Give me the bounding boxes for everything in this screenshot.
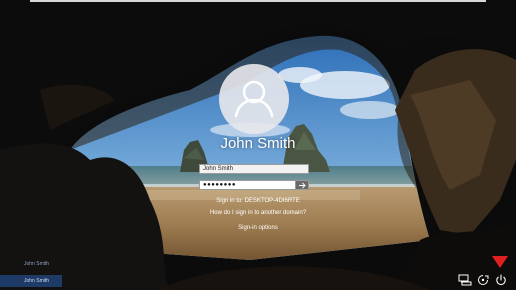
- power-icon[interactable]: [494, 274, 508, 286]
- submit-arrow-button[interactable]: [295, 180, 309, 190]
- user-avatar: [219, 64, 289, 134]
- user-list-item[interactable]: John Smith: [0, 258, 62, 270]
- user-silhouette-icon: [234, 80, 274, 118]
- username-field[interactable]: John Smith: [199, 164, 309, 174]
- top-strip: [30, 0, 486, 2]
- ease-of-access-icon[interactable]: [476, 274, 490, 286]
- sign-in-options-link[interactable]: Sign-in options: [0, 224, 516, 232]
- user-list-item-selected[interactable]: John Smith: [0, 275, 62, 287]
- password-dots: ●●●●●●●●: [203, 182, 236, 188]
- password-field[interactable]: ●●●●●●●●: [199, 180, 309, 190]
- other-domain-link[interactable]: How do I sign in to another domain?: [0, 209, 516, 217]
- arrow-right-icon: [299, 182, 306, 189]
- username-title: John Smith: [220, 135, 296, 152]
- network-icon[interactable]: [458, 274, 472, 286]
- username-field-value: John Smith: [203, 166, 234, 172]
- user-list: John Smith John Smith: [0, 258, 62, 287]
- lock-screen: John Smith John Smith ●●●●●●●● Sign in t…: [0, 0, 516, 290]
- red-arrow-indicator-icon: [492, 256, 508, 268]
- sign-in-to-text: Sign in to: DESKTOP-4DI6RTE: [216, 198, 300, 204]
